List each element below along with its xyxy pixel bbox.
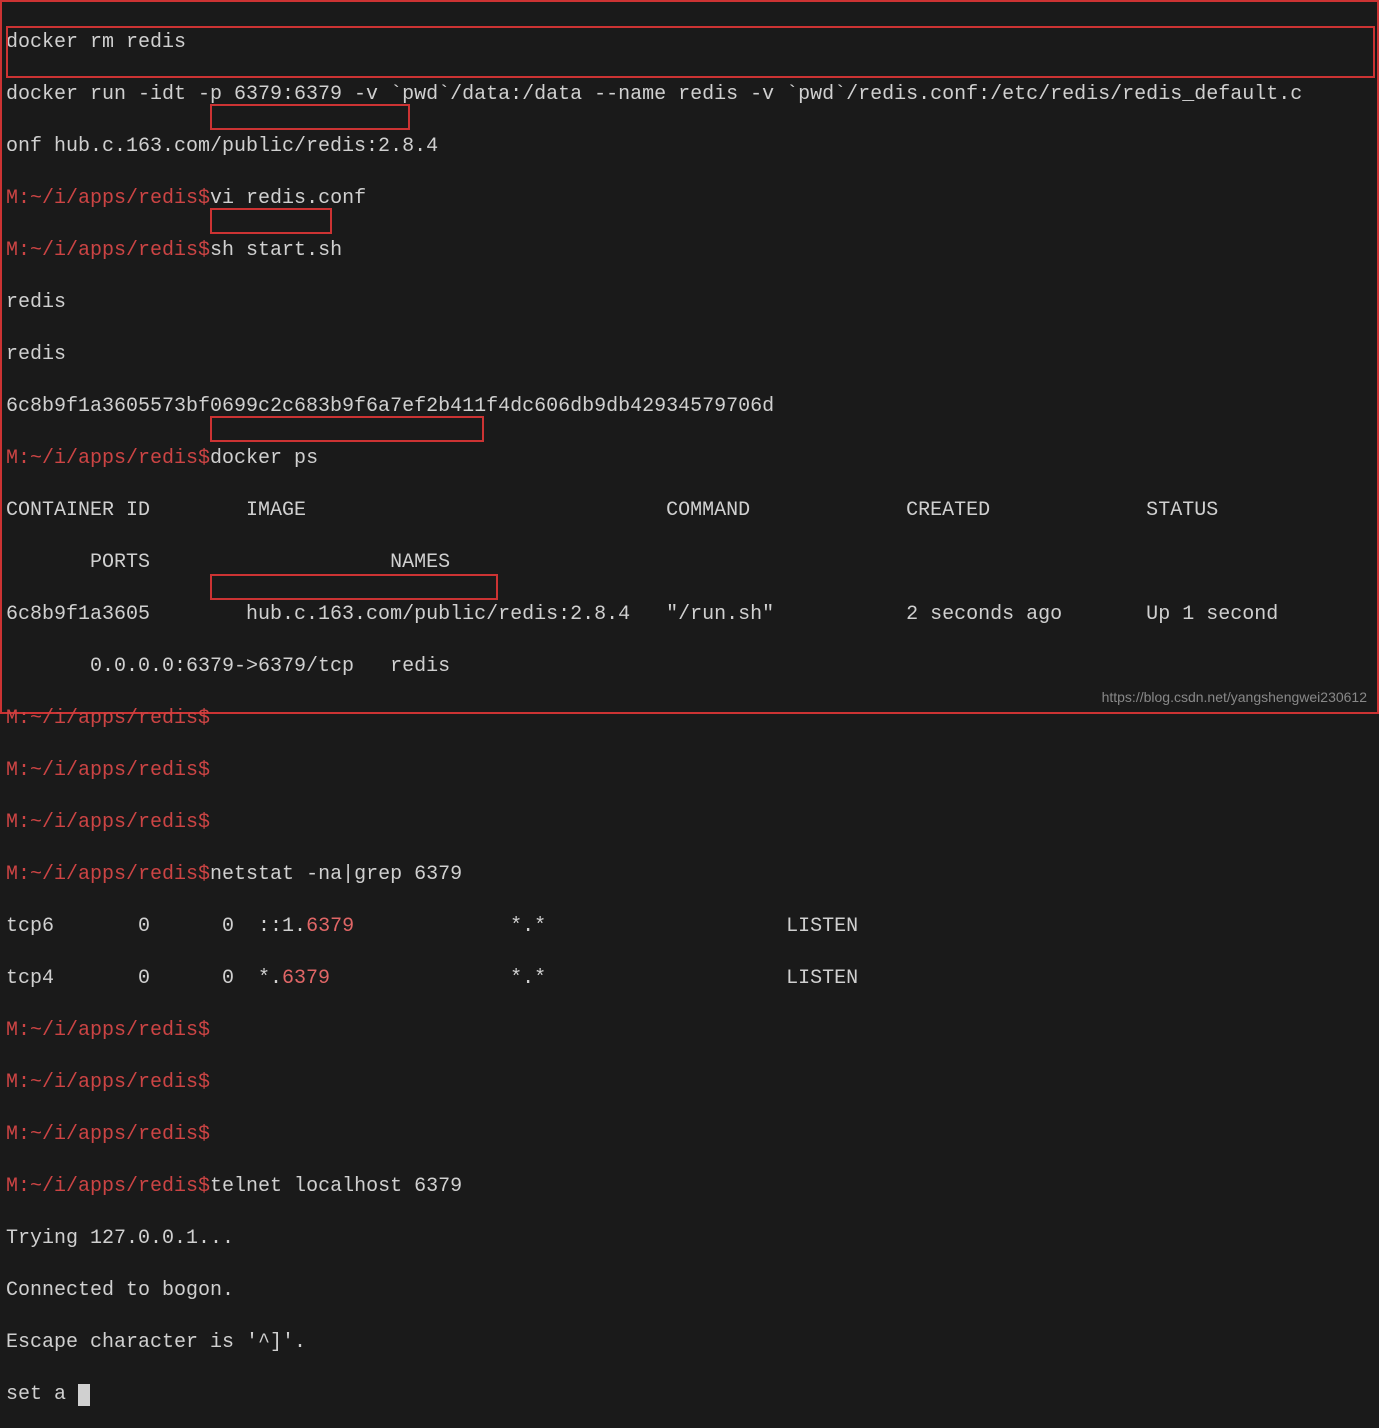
container-hash: 6c8b9f1a3605573bf0699c2c683b9f6a7ef2b411… <box>6 394 1373 420</box>
output-redis2: redis <box>6 342 1373 368</box>
ps-header2: PORTS NAMES <box>6 550 1373 576</box>
docker-ps-cmd: docker ps <box>210 447 318 470</box>
telnet-input[interactable]: set a <box>6 1382 1373 1408</box>
docker-rm-cmd: docker rm redis <box>6 31 186 54</box>
prompt: M:~/i/apps/redis$ <box>6 811 210 834</box>
prompt-empty6: M:~/i/apps/redis$ <box>6 1122 1373 1148</box>
output-redis1: redis <box>6 290 1373 316</box>
vi-cmd: vi redis.conf <box>210 187 366 210</box>
sh-cmd: sh start.sh <box>210 239 342 262</box>
docker-run-line1: docker run -idt -p 6379:6379 -v `pwd`/da… <box>6 82 1373 108</box>
tcp6-line: tcp6 0 0 ::1.6379 *.* LISTEN <box>6 914 1373 940</box>
prompt-line-sh: M:~/i/apps/redis$sh start.sh <box>6 238 1373 264</box>
cursor <box>78 1384 90 1406</box>
prompt: M:~/i/apps/redis$ <box>6 1175 210 1198</box>
prompt: M:~/i/apps/redis$ <box>6 707 210 730</box>
ps-row1b: 0.0.0.0:6379->6379/tcp redis <box>6 654 1373 680</box>
telnet-cmd: telnet localhost 6379 <box>210 1175 462 1198</box>
tcp4-line: tcp4 0 0 *.6379 *.* LISTEN <box>6 966 1373 992</box>
netstat-cmd: netstat -na|grep 6379 <box>210 863 462 886</box>
prompt-netstat: M:~/i/apps/redis$netstat -na|grep 6379 <box>6 862 1373 888</box>
prompt: M:~/i/apps/redis$ <box>6 1071 210 1094</box>
cmd-line: docker rm redis <box>6 30 1373 56</box>
prompt-line-vi: M:~/i/apps/redis$vi redis.conf <box>6 186 1373 212</box>
port-highlight: 6379 <box>306 915 354 938</box>
port-highlight: 6379 <box>282 967 330 990</box>
prompt-empty2: M:~/i/apps/redis$ <box>6 758 1373 784</box>
prompt-empty3: M:~/i/apps/redis$ <box>6 810 1373 836</box>
watermark: https://blog.csdn.net/yangshengwei230612 <box>1102 688 1367 706</box>
prompt: M:~/i/apps/redis$ <box>6 1019 210 1042</box>
telnet-trying: Trying 127.0.0.1... <box>6 1226 1373 1252</box>
prompt-empty1: M:~/i/apps/redis$ <box>6 706 1373 732</box>
prompt: M:~/i/apps/redis$ <box>6 863 210 886</box>
terminal-output[interactable]: docker rm redis docker run -idt -p 6379:… <box>2 2 1377 1428</box>
prompt-telnet: M:~/i/apps/redis$telnet localhost 6379 <box>6 1174 1373 1200</box>
prompt-empty5: M:~/i/apps/redis$ <box>6 1070 1373 1096</box>
prompt-line-dockerps: M:~/i/apps/redis$docker ps <box>6 446 1373 472</box>
prompt-empty4: M:~/i/apps/redis$ <box>6 1018 1373 1044</box>
ps-header: CONTAINER ID IMAGE COMMAND CREATED STATU… <box>6 498 1373 524</box>
docker-run-line2: onf hub.c.163.com/public/redis:2.8.4 <box>6 134 1373 160</box>
telnet-escape: Escape character is '^]'. <box>6 1330 1373 1356</box>
prompt: M:~/i/apps/redis$ <box>6 239 210 262</box>
ps-row1: 6c8b9f1a3605 hub.c.163.com/public/redis:… <box>6 602 1373 628</box>
telnet-connected: Connected to bogon. <box>6 1278 1373 1304</box>
prompt: M:~/i/apps/redis$ <box>6 1123 210 1146</box>
prompt: M:~/i/apps/redis$ <box>6 187 210 210</box>
prompt: M:~/i/apps/redis$ <box>6 759 210 782</box>
prompt: M:~/i/apps/redis$ <box>6 447 210 470</box>
